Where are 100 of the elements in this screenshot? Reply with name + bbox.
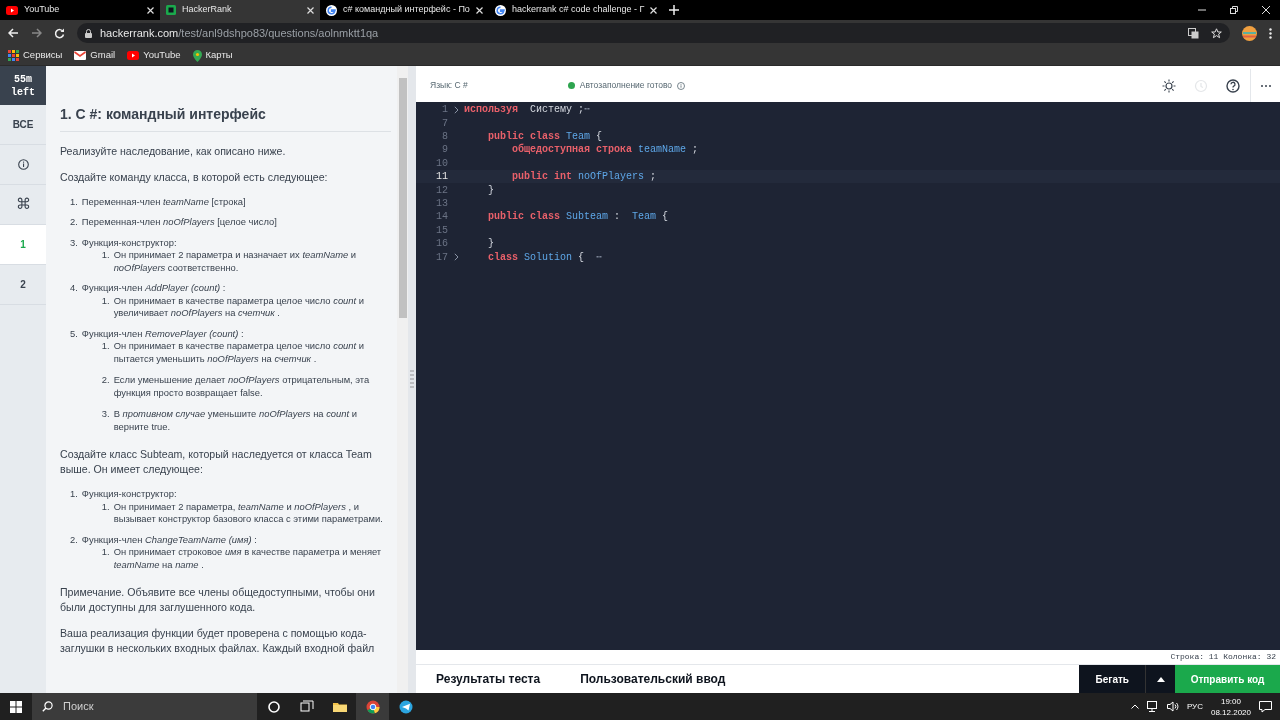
list-number: 5. (70, 327, 78, 341)
search-field[interactable]: Поиск (61, 697, 241, 716)
line-number: 7 (441, 116, 448, 131)
close-icon[interactable] (475, 6, 483, 14)
paragraph: Создайте команду класса, в которой есть следующее: (60, 169, 329, 185)
line-number: 17 (435, 250, 448, 265)
list-item-text: Переменная-член noOfPlayers [целое число] (81, 216, 277, 229)
code-line: public int noOfPlayers ; (511, 170, 657, 185)
cursor-position: Строка: 11 Колонка: 32 (1170, 651, 1276, 663)
back-arrow-icon[interactable] (8, 28, 19, 38)
line-number: 14 (435, 210, 448, 225)
bookmark-link[interactable]: YouTube (143, 48, 181, 63)
list-item-text: Функция-конструктор: (81, 488, 178, 501)
resize-handle[interactable] (408, 66, 416, 693)
list-item-text: Если уменьшение делает noOfPlayers отрицательным, эта функция просто возвращает false. (113, 374, 371, 400)
browser-tab[interactable]: c# командный интерфейс - По (320, 0, 489, 20)
close-icon[interactable] (1262, 6, 1270, 14)
chevron-right-icon[interactable] (453, 253, 459, 261)
scrollbar[interactable] (397, 66, 408, 693)
list-item-text: Функция-член AddPlayer (count) : (81, 282, 227, 295)
list-item-text: Он принимает 2 параметра, teamName и noOfPlayers , и вызывает конструктор базового класса с этими параметрами. (113, 500, 384, 526)
code-line: используя Систему ;⋯ (464, 103, 591, 118)
bookmark-link[interactable]: Gmail (90, 48, 116, 63)
caret-up-icon (1156, 676, 1165, 682)
apps-grid-icon (8, 50, 19, 61)
info-icon[interactable] (677, 81, 686, 90)
browser-tab[interactable]: hackerrank c# code challenge - Г (488, 0, 664, 20)
timer-text: 55m left (0, 66, 46, 105)
line-number: 11 (435, 170, 448, 185)
dropdown-button[interactable] (1145, 665, 1175, 693)
line-number: 13 (435, 196, 448, 211)
list-number: 1. (101, 294, 110, 308)
list-number: 2. (101, 374, 110, 388)
restore-icon[interactable] (1230, 6, 1238, 14)
more-vertical-icon[interactable] (1269, 27, 1272, 39)
star-icon[interactable] (1211, 27, 1222, 39)
line-number: 15 (435, 223, 448, 238)
language-indicator[interactable]: РУС (1186, 700, 1203, 713)
list-number: 1. (101, 500, 110, 514)
clock-time[interactable]: 19:00 (1210, 695, 1251, 707)
translate-icon[interactable] (1188, 27, 1199, 39)
paragraph: Примечание. Объявите все члены общедоступными, чтобы они были доступны для заглушенного кода. (60, 585, 376, 616)
list-number: 1. (101, 340, 110, 354)
line-number: 10 (435, 156, 448, 171)
video-play-icon (127, 51, 140, 60)
list-item-text: Переменная-член teamName [строка] (81, 195, 246, 209)
code-line: общедоступная строка teamName ; (511, 143, 699, 158)
reload-icon[interactable] (54, 27, 65, 39)
search-icon (42, 701, 53, 712)
notification-icon[interactable] (1259, 700, 1272, 713)
new-tab-icon[interactable] (669, 5, 680, 15)
problem-title: 1. С #: командный интерфейс (60, 106, 391, 132)
browser-tab[interactable]: YouTube (0, 0, 160, 20)
paragraph: Реализуйте наследование, как описано ниже. (60, 143, 287, 159)
list-item-text: Функция-член ChangeTeamName (имя) : (81, 533, 258, 547)
list-number: 3. (101, 408, 110, 422)
task-view-icon[interactable] (299, 699, 314, 714)
avatar[interactable] (1242, 25, 1257, 41)
chevron-up-icon[interactable] (1130, 704, 1139, 709)
list-item-text: Он принимает 2 параметра и назначает их teamName и noOfPlayers соответственно. (113, 249, 358, 275)
close-icon[interactable] (307, 6, 314, 14)
close-icon[interactable] (650, 6, 658, 14)
language-label: Язык: С # (430, 79, 468, 92)
list-number: 2. (70, 216, 78, 229)
paragraph: Создайте класс Subteam, который наследуется от класса Team выше. Он имеет следующее: (60, 447, 373, 478)
telegram-icon[interactable] (398, 699, 413, 714)
code-line: public class Subteam : Team { (487, 210, 669, 225)
list-number: 4. (70, 282, 78, 296)
google-icon (326, 4, 337, 16)
code-line: class Solution { ⋯ (487, 250, 603, 265)
volume-icon[interactable] (1166, 701, 1179, 712)
run-button[interactable]: Бегать (1079, 665, 1145, 693)
line-number: 12 (435, 183, 448, 198)
bookmark-link[interactable]: Сервисы (23, 48, 63, 63)
network-icon[interactable] (1146, 701, 1159, 712)
info-icon (17, 159, 29, 170)
windows-logo-icon (10, 700, 22, 713)
browser-tab[interactable]: HackerRank (160, 0, 320, 20)
list-item-text: Он принимает в качестве параметра целое число count и пытается уменьшить noOfPlayers на счетчик . (113, 340, 365, 366)
search-box[interactable]: Поиск (32, 693, 257, 720)
google-icon (494, 4, 506, 16)
browser-icon[interactable] (365, 699, 380, 714)
forward-arrow-icon[interactable] (31, 28, 42, 38)
list-number: 1. (70, 195, 78, 209)
list-number: 1. (101, 249, 110, 263)
clock-date[interactable]: 08.12.2020 (1210, 706, 1251, 718)
cortana-icon[interactable] (266, 699, 281, 714)
list-item-text: В противном случае уменьшите noOfPlayers на count и верните true. (113, 408, 358, 434)
map-pin-icon (192, 49, 202, 62)
close-icon[interactable] (147, 6, 154, 14)
code-line: } (487, 237, 494, 252)
bookmark-link[interactable]: Карты (205, 48, 233, 63)
hackerrank-logo-icon (166, 5, 176, 15)
minimize-icon[interactable] (1198, 6, 1206, 14)
list-item-text: Функция-член RemovePlayer (count) : (81, 327, 245, 341)
list-number: 2. (70, 533, 78, 547)
chevron-right-icon[interactable] (453, 105, 459, 114)
code-line: public class Team { (487, 130, 603, 144)
video-play-icon (6, 5, 18, 15)
line-number: 1 (441, 103, 448, 118)
